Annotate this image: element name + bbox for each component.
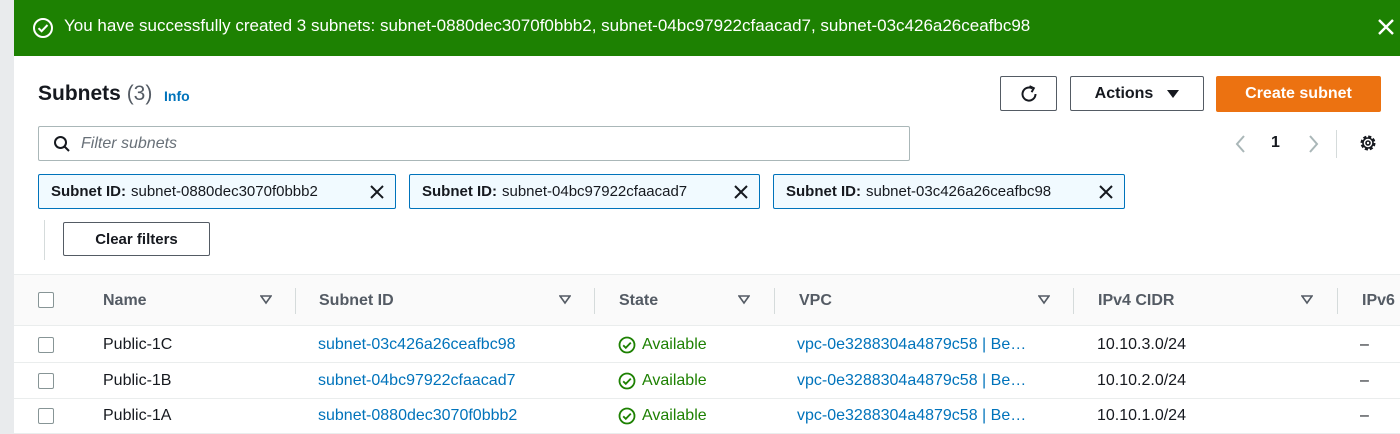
sort-caret-icon[interactable] bbox=[1301, 295, 1313, 305]
search-input[interactable] bbox=[81, 134, 881, 153]
current-page[interactable]: 1 bbox=[1271, 134, 1280, 152]
cell-ipv4-cidr: 10.10.2.0/24 bbox=[1097, 372, 1186, 389]
filter-key: Subnet ID: bbox=[51, 183, 126, 200]
filter-value: subnet-04bc97922cfaacad7 bbox=[502, 183, 688, 200]
cell-name: Public-1A bbox=[103, 407, 172, 424]
row-checkbox[interactable] bbox=[38, 337, 54, 353]
column-header-name[interactable]: Name bbox=[103, 292, 147, 310]
filter-token[interactable]: Subnet ID: subnet-04bc97922cfaacad7 bbox=[409, 174, 760, 209]
page-title: Subnets (3) bbox=[38, 82, 152, 106]
vpc-link[interactable]: vpc-0e3288304a4879c58 | Be… bbox=[797, 407, 1026, 425]
state-cell: Available bbox=[618, 407, 707, 425]
check-circle-icon bbox=[618, 407, 636, 425]
cell-ipv6: – bbox=[1360, 407, 1369, 424]
filter-key: Subnet ID: bbox=[422, 183, 497, 200]
success-banner: You have successfully created 3 subnets:… bbox=[14, 0, 1400, 56]
success-message: You have successfully created 3 subnets:… bbox=[64, 16, 1031, 35]
sort-caret-icon[interactable] bbox=[559, 295, 571, 305]
column-divider[interactable] bbox=[594, 288, 595, 314]
state-cell: Available bbox=[618, 372, 707, 390]
cell-name: Public-1B bbox=[103, 372, 172, 389]
search-icon bbox=[54, 135, 70, 152]
column-header-subnet-id[interactable]: Subnet ID bbox=[319, 292, 394, 310]
create-subnet-label: Create subnet bbox=[1245, 85, 1352, 102]
check-circle-icon bbox=[618, 372, 636, 390]
divider bbox=[1336, 130, 1337, 158]
table-row[interactable]: Public-1C subnet-03c426a26ceafbc98 Avail… bbox=[14, 328, 1400, 363]
select-all-checkbox[interactable] bbox=[38, 292, 54, 308]
subnet-id-link[interactable]: subnet-0880dec3070f0bbb2 bbox=[318, 407, 517, 425]
table-header: Name Subnet ID State VPC IPv4 CIDR IPv6 bbox=[14, 274, 1400, 326]
filter-search[interactable] bbox=[38, 126, 910, 161]
cell-ipv4-cidr: 10.10.1.0/24 bbox=[1097, 407, 1186, 424]
table-row[interactable]: Public-1A subnet-0880dec3070f0bbb2 Avail… bbox=[14, 399, 1400, 434]
column-header-state[interactable]: State bbox=[619, 292, 658, 310]
state-label: Available bbox=[642, 336, 707, 353]
column-header-ipv6[interactable]: IPv6 bbox=[1362, 292, 1395, 310]
subnet-id-link[interactable]: subnet-04bc97922cfaacad7 bbox=[318, 372, 516, 390]
row-checkbox[interactable] bbox=[38, 408, 54, 424]
filter-value: subnet-0880dec3070f0bbb2 bbox=[131, 183, 318, 200]
chevron-left-icon[interactable] bbox=[1232, 133, 1250, 155]
check-circle-icon bbox=[618, 336, 636, 354]
create-subnet-button[interactable]: Create subnet bbox=[1216, 76, 1381, 112]
state-label: Available bbox=[642, 407, 707, 424]
panel-header: Subnets (3) Info Actions Create subnet F… bbox=[14, 56, 1400, 274]
filter-token[interactable]: Subnet ID: subnet-0880dec3070f0bbb2 bbox=[38, 174, 396, 209]
remove-filter-icon[interactable] bbox=[369, 184, 385, 200]
divider bbox=[44, 220, 45, 260]
vpc-link[interactable]: vpc-0e3288304a4879c58 | Be… bbox=[797, 336, 1026, 354]
column-divider[interactable] bbox=[1337, 288, 1338, 314]
actions-label: Actions bbox=[1094, 84, 1154, 102]
subnet-count: (3) bbox=[126, 82, 153, 105]
state-label: Available bbox=[642, 372, 707, 389]
column-divider[interactable] bbox=[774, 288, 775, 314]
filter-token[interactable]: Subnet ID: subnet-03c426a26ceafbc98 bbox=[773, 174, 1125, 209]
remove-filter-icon[interactable] bbox=[733, 184, 749, 200]
subnet-id-link[interactable]: subnet-03c426a26ceafbc98 bbox=[318, 336, 516, 354]
info-link[interactable]: Info bbox=[164, 88, 190, 104]
close-icon[interactable] bbox=[1372, 13, 1400, 41]
filter-value: subnet-03c426a26ceafbc98 bbox=[866, 183, 1052, 200]
chevron-right-icon[interactable] bbox=[1304, 133, 1322, 155]
column-divider[interactable] bbox=[1073, 288, 1074, 314]
sort-caret-icon[interactable] bbox=[1038, 295, 1050, 305]
cell-ipv4-cidr: 10.10.3.0/24 bbox=[1097, 336, 1186, 353]
column-header-vpc[interactable]: VPC bbox=[799, 292, 832, 310]
state-cell: Available bbox=[618, 336, 707, 354]
refresh-icon bbox=[1021, 84, 1037, 102]
column-divider[interactable] bbox=[295, 288, 296, 314]
check-circle-icon bbox=[33, 18, 53, 38]
cell-ipv6: – bbox=[1360, 372, 1369, 389]
clear-filters-button[interactable]: Clear filters bbox=[63, 222, 210, 256]
caret-down-icon bbox=[1167, 89, 1180, 98]
page-title-text: Subnets bbox=[38, 82, 121, 105]
remove-filter-icon[interactable] bbox=[1098, 184, 1114, 200]
cell-ipv6: – bbox=[1360, 336, 1369, 353]
table-row[interactable]: Public-1B subnet-04bc97922cfaacad7 Avail… bbox=[14, 364, 1400, 399]
sort-caret-icon[interactable] bbox=[260, 295, 272, 305]
clear-filters-label: Clear filters bbox=[95, 230, 178, 248]
gear-icon[interactable] bbox=[1357, 132, 1379, 154]
sort-caret-icon[interactable] bbox=[738, 295, 750, 305]
filter-key: Subnet ID: bbox=[786, 183, 861, 200]
row-checkbox[interactable] bbox=[38, 373, 54, 389]
subnets-panel: Subnets (3) Info Actions Create subnet F… bbox=[14, 56, 1400, 434]
actions-dropdown[interactable]: Actions bbox=[1070, 76, 1204, 111]
refresh-button[interactable] bbox=[1000, 76, 1057, 111]
cell-name: Public-1C bbox=[103, 336, 173, 353]
vpc-link[interactable]: vpc-0e3288304a4879c58 | Be… bbox=[797, 372, 1026, 390]
column-header-ipv4-cidr[interactable]: IPv4 CIDR bbox=[1098, 292, 1174, 310]
